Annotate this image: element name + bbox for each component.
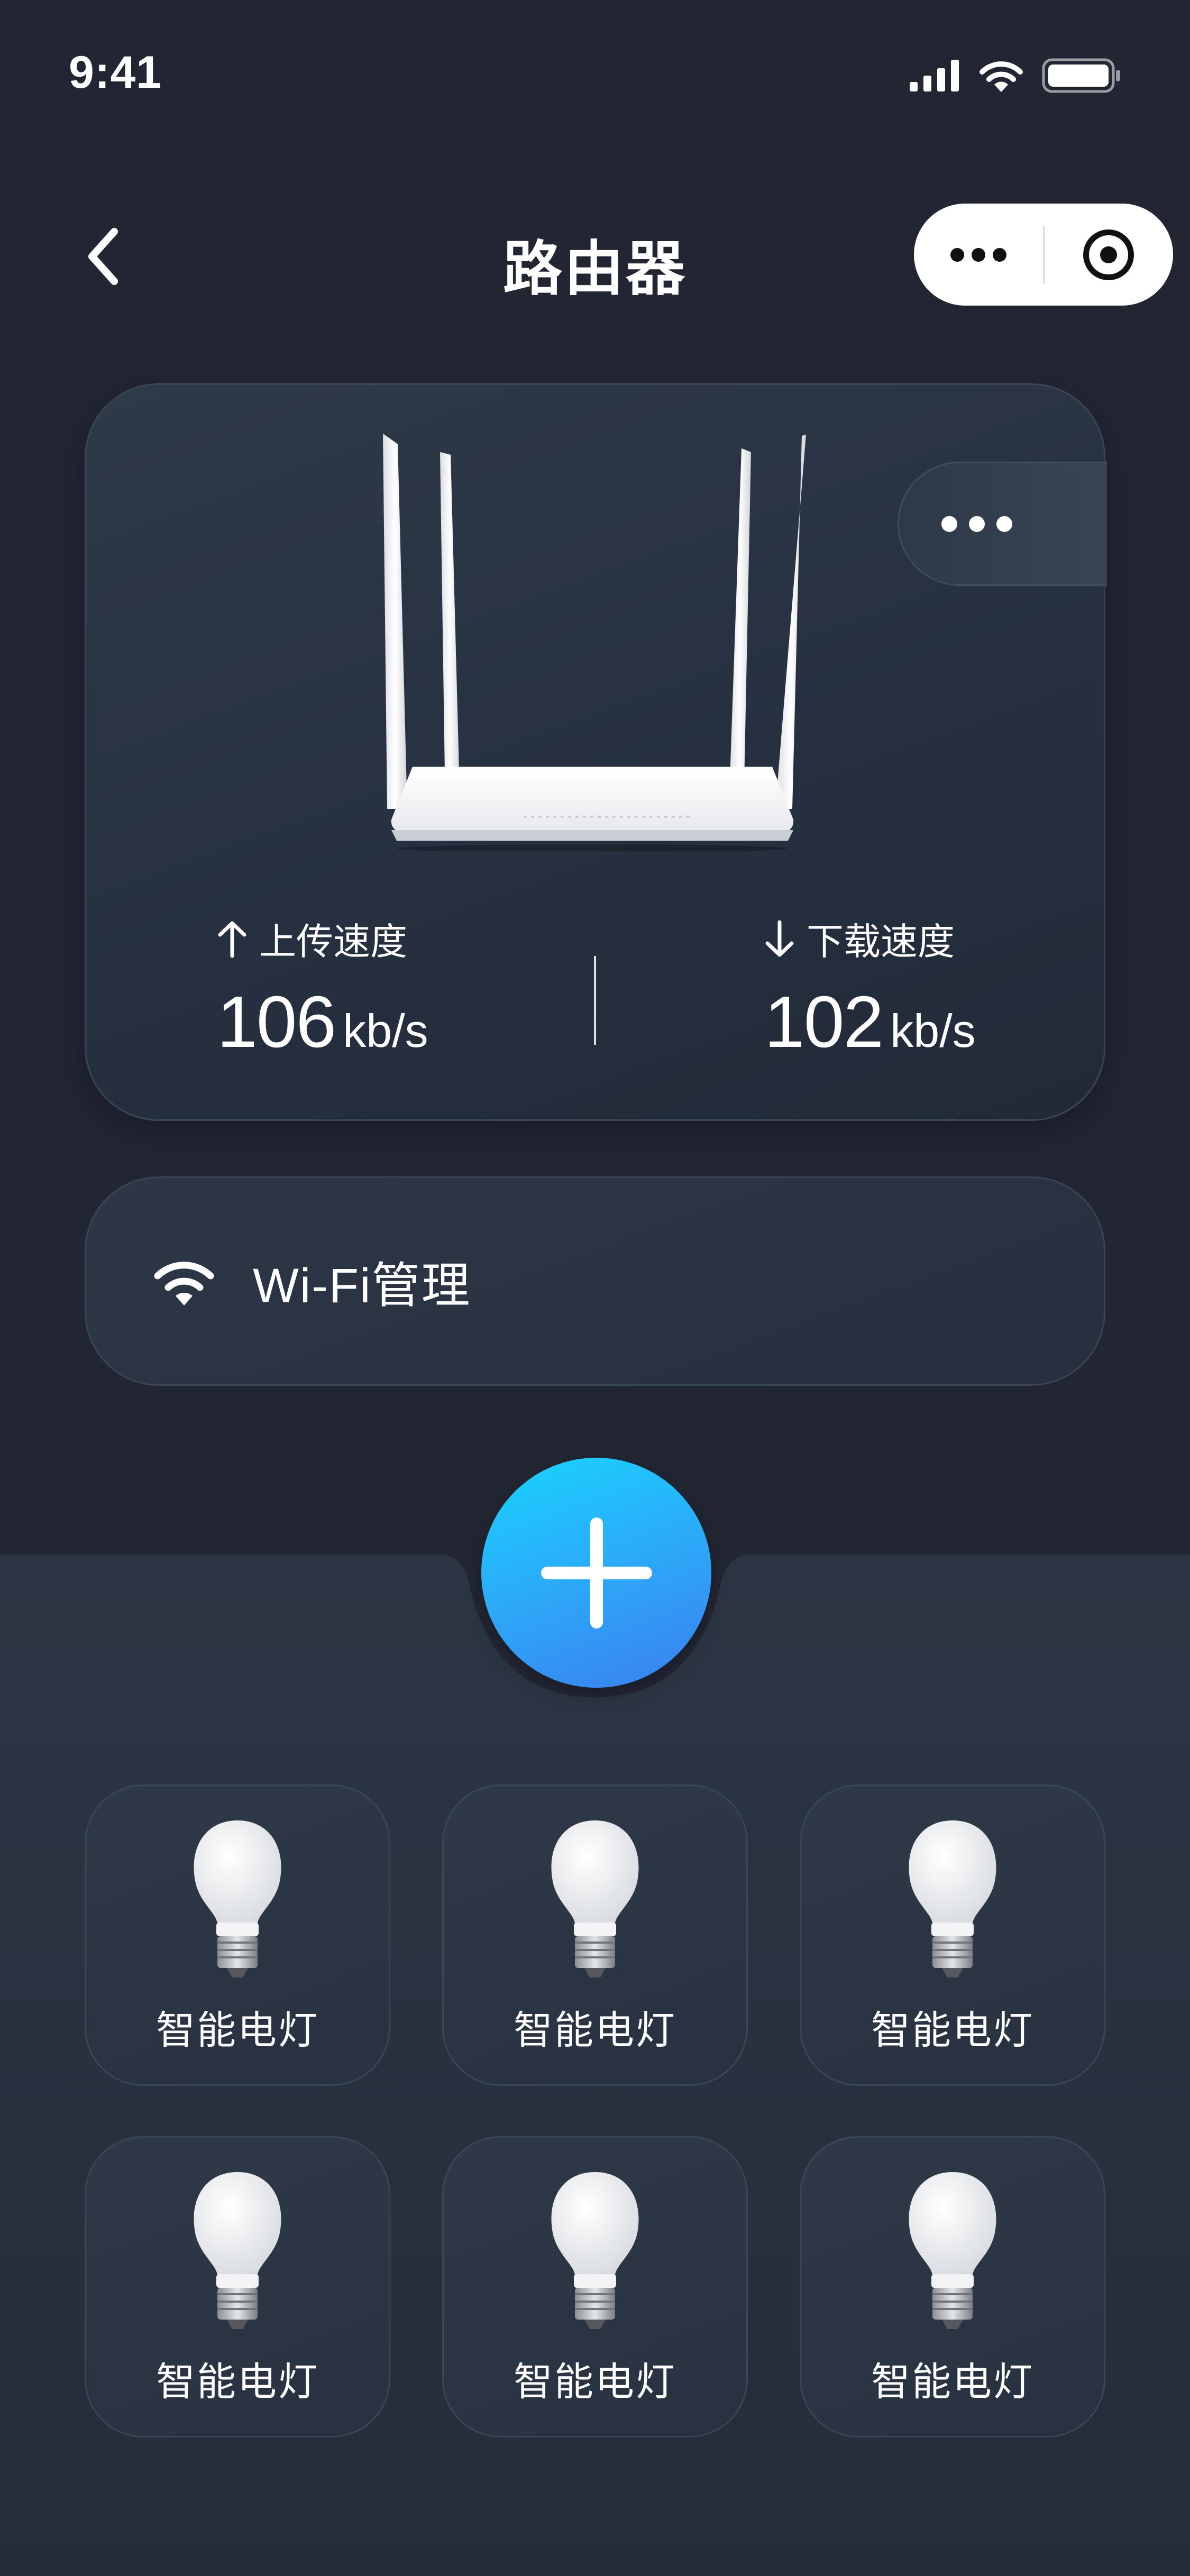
device-label: 智能电灯 [156,2008,319,2052]
device-card[interactable]: 智能电灯 [442,1784,748,2086]
upload-label-text: 上传速度 [259,921,407,962]
light-bulb-icon [551,2172,639,2329]
upload-value: 106 [217,981,336,1063]
status-icons [910,58,1121,93]
upload-speed: 上传速度 106 kb/s [217,912,640,1064]
upload-unit: kb/s [343,1005,428,1057]
capsule-menu-button[interactable] [914,204,1043,306]
cellular-signal-icon [910,60,959,91]
wifi-status-icon [980,61,1023,92]
target-circle-icon [1083,229,1134,280]
device-card[interactable]: 智能电灯 [85,2136,390,2437]
wifi-management-label: Wi-Fi管理 [253,1258,471,1313]
router-more-button[interactable] [898,462,1107,586]
status-time: 9:41 [69,47,162,98]
device-card[interactable]: 智能电灯 [442,2136,748,2437]
download-label-text: 下载速度 [807,921,955,962]
wifi-management-button[interactable]: Wi-Fi管理 [85,1176,1105,1386]
light-bulb-icon [909,1820,996,1977]
download-speed-value: 102 kb/s [764,980,1187,1064]
router-image [383,434,806,851]
light-bulb-icon [551,1820,639,1977]
battery-icon [1042,58,1120,93]
download-speed-label: 下载速度 [764,912,1187,965]
upload-speed-label: 上传速度 [217,912,640,965]
download-value: 102 [764,981,884,1063]
plus-icon [541,1517,652,1629]
mini-program-capsule [914,204,1173,306]
device-label: 智能电灯 [514,2360,676,2404]
download-unit: kb/s [890,1005,976,1057]
device-card[interactable]: 智能电灯 [85,1784,390,2086]
light-bulb-icon [909,2172,996,2329]
device-card[interactable]: 智能电灯 [800,2136,1105,2437]
upload-speed-value: 106 kb/s [217,980,640,1064]
capsule-close-button[interactable] [1045,204,1174,306]
arrow-up-icon [218,921,246,958]
speed-divider [594,956,596,1045]
device-label: 智能电灯 [514,2008,676,2052]
device-label: 智能电灯 [871,2008,1034,2052]
light-bulb-icon [194,2172,281,2329]
more-dots-icon [941,516,1012,532]
device-card[interactable]: 智能电灯 [800,1784,1105,2086]
device-label: 智能电灯 [156,2360,319,2404]
light-bulb-icon [194,1820,281,1977]
more-dots-icon [950,247,1006,262]
wifi-icon [154,1262,214,1305]
arrow-down-icon [765,920,794,956]
download-speed: 下载速度 102 kb/s [764,912,1187,1064]
device-label: 智能电灯 [871,2360,1034,2404]
add-device-button[interactable] [481,1458,711,1688]
